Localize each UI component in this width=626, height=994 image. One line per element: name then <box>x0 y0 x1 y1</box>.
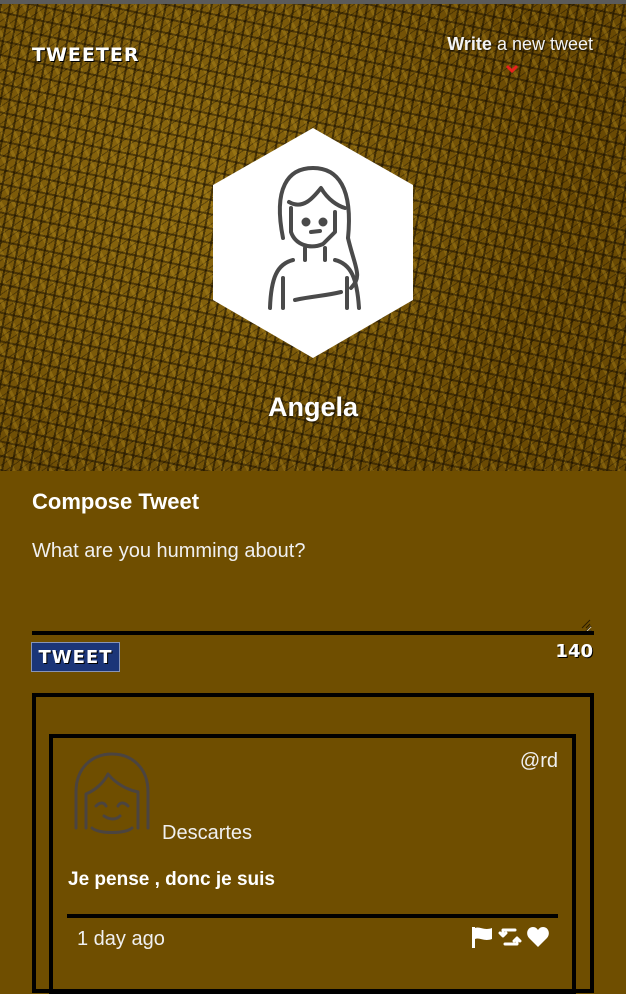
write-link-rest: a new tweet <box>491 34 593 54</box>
tweet-handle[interactable]: @rd <box>520 750 558 773</box>
write-new-tweet-link[interactable]: Write a new tweet <box>447 34 593 55</box>
chevron-down-icon[interactable] <box>505 62 519 76</box>
write-link-strong: Write <box>447 34 492 54</box>
heart-icon[interactable] <box>526 926 550 948</box>
resize-grip-icon[interactable] <box>581 619 591 629</box>
flag-icon[interactable] <box>470 926 494 948</box>
char-counter: 140 <box>555 641 593 662</box>
tweet-author-name[interactable]: Descartes <box>162 822 252 845</box>
tweet-author-avatar-icon <box>74 752 150 834</box>
tweet-divider <box>67 914 558 918</box>
compose-divider <box>32 631 594 635</box>
compose-title: Compose Tweet <box>32 489 200 514</box>
tweet-body-text: Je pense , donc je suis <box>68 869 275 890</box>
tweet-submit-button[interactable]: TWEET <box>31 642 120 672</box>
compose-tweet-input[interactable] <box>32 536 592 634</box>
user-avatar-icon <box>213 128 413 358</box>
retweet-icon[interactable] <box>498 926 522 948</box>
logo[interactable]: TWEETER <box>32 44 139 66</box>
tweet-actions <box>470 926 550 948</box>
profile-header: TWEETER Write a new tweet Angela <box>0 4 626 471</box>
profile-name: Angela <box>267 392 359 422</box>
